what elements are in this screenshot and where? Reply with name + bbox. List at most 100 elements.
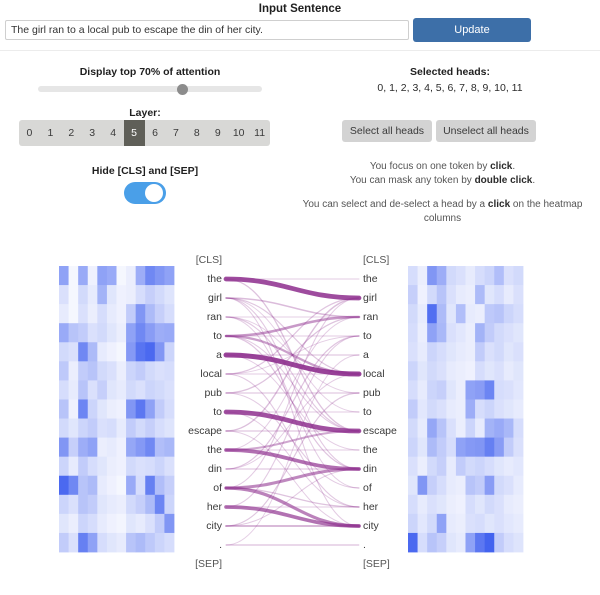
heatmap-cell-right-8-5[interactable] [455,418,466,438]
heatmap-cell-right-10-8[interactable] [484,456,495,477]
layer-cell-5[interactable]: 5 [123,120,145,146]
heatmap-cell-right-12-5[interactable] [455,494,466,515]
token-right-9[interactable]: escape [363,425,397,437]
heatmap-cell-right-7-10[interactable] [503,399,514,419]
heatmap-cell-right-7-0[interactable] [408,399,418,419]
heatmap-cell-right-1-5[interactable] [455,285,466,305]
layer-selector[interactable]: 0 1 2 3 4 5 6 7 8 9 10 11 [19,120,270,146]
heatmap-cell-right-2-2[interactable] [427,304,438,324]
heatmap-cell-right-9-0[interactable] [408,437,418,458]
token-left-13[interactable]: her [207,501,222,513]
token-right-6[interactable]: local [363,368,385,380]
heatmap-cell-right-14-5[interactable] [455,532,466,553]
heatmap-cell-right-8-1[interactable] [417,418,428,438]
token-left-12[interactable]: of [213,482,222,494]
heatmap-cell-right-8-9[interactable] [494,418,505,438]
slider-handle[interactable] [177,84,188,95]
heatmap-cell-right-12-11[interactable] [513,494,524,515]
layer-cell-9[interactable]: 9 [207,120,228,146]
heatmap-cell-right-10-10[interactable] [503,456,514,477]
heatmap-cell-right-5-3[interactable] [436,361,447,381]
heatmap-cell-right-0-5[interactable] [455,266,466,286]
layer-cell-11[interactable]: 11 [249,120,270,146]
heatmap-cell-right-13-7[interactable] [475,513,486,534]
heatmap-cell-right-7-6[interactable] [465,399,476,419]
heatmap-cell-right-9-2[interactable] [427,437,438,458]
token-right-4[interactable]: to [363,330,372,342]
heatmap-cell-right-0-3[interactable] [436,266,447,286]
heatmap-cell-right-2-7[interactable] [475,304,486,324]
heatmap-cell-right-8-3[interactable] [436,418,447,438]
attention-threshold-slider[interactable] [38,84,262,95]
heatmap-cell-right-5-9[interactable] [494,361,505,381]
hide-cls-sep-toggle[interactable] [124,182,166,204]
heatmap-cell-right-0-4[interactable] [446,266,457,286]
heatmap-cell-right-1-11[interactable] [513,285,524,305]
heatmap-cell-right-13-4[interactable] [446,513,457,534]
layer-cell-4[interactable]: 4 [103,120,124,146]
token-right-1[interactable]: the [363,273,378,285]
heatmap-cell-right-6-8[interactable] [484,380,495,400]
heatmap-cell-right-6-3[interactable] [436,380,447,400]
token-left-11[interactable]: din [208,463,222,475]
token-left-5[interactable]: a [216,349,222,361]
heatmap-cell-right-1-3[interactable] [436,285,447,305]
heatmap-cell-right-4-1[interactable] [417,342,428,362]
heatmap-cell-right-13-6[interactable] [465,513,476,534]
token-left-4[interactable]: to [213,330,222,342]
heatmap-cell-right-0-2[interactable] [427,266,438,286]
heatmap-cell-right-0-6[interactable] [465,266,476,286]
token-left-3[interactable]: ran [207,311,222,323]
token-left-14[interactable]: city [206,520,222,532]
token-right-12[interactable]: of [363,482,372,494]
heatmap-cell-right-10-2[interactable] [427,456,438,477]
heatmap-cell-right-9-7[interactable] [475,437,486,458]
layer-cell-6[interactable]: 6 [145,120,166,146]
heatmap-cell-right-9-8[interactable] [484,437,495,458]
token-right-13[interactable]: her [363,501,378,513]
heatmap-cell-right-0-9[interactable] [494,266,505,286]
heatmap-cell-right-3-7[interactable] [475,323,486,343]
heatmap-cell-right-5-10[interactable] [503,361,514,381]
heatmap-cell-right-14-3[interactable] [436,532,447,553]
heatmap-cell-right-6-10[interactable] [503,380,514,400]
heatmap-cell-right-3-10[interactable] [503,323,514,343]
heatmap-cell-right-14-0[interactable] [408,532,418,553]
heatmap-cell-right-4-9[interactable] [494,342,505,362]
heatmap-cell-right-9-10[interactable] [503,437,514,458]
heatmap-cell-right-4-6[interactable] [465,342,476,362]
layer-cell-2[interactable]: 2 [61,120,82,146]
heatmap-cell-right-4-2[interactable] [427,342,438,362]
heatmap-cell-right-11-2[interactable] [427,475,438,496]
heatmap-cell-right-3-9[interactable] [494,323,505,343]
heatmap-cell-right-7-9[interactable] [494,399,505,419]
heatmap-cell-right-0-1[interactable] [417,266,428,286]
heatmap-cell-right-3-4[interactable] [446,323,457,343]
heatmap-cell-right-6-7[interactable] [475,380,486,400]
heatmap-cell-right-8-6[interactable] [465,418,476,438]
heatmap-cell-right-7-3[interactable] [436,399,447,419]
token-left-1[interactable]: the [207,273,222,285]
heatmap-cell-right-2-9[interactable] [494,304,505,324]
heatmap-cell-right-6-4[interactable] [446,380,457,400]
heatmap-cell-right-11-8[interactable] [484,475,495,496]
token-right-5[interactable]: a [363,349,369,361]
heatmap-cell-right-11-6[interactable] [465,475,476,496]
heatmap-cell-right-14-9[interactable] [494,532,505,553]
heatmap-cell-right-11-11[interactable] [513,475,524,496]
heatmap-cell-right-14-4[interactable] [446,532,457,553]
heatmap-cell-right-14-8[interactable] [484,532,495,553]
heatmap-cell-right-12-2[interactable] [427,494,438,515]
heatmap-cell-right-8-0[interactable] [408,418,418,438]
heatmap-cell-right-3-0[interactable] [408,323,418,343]
heatmap-cell-right-13-3[interactable] [436,513,447,534]
heatmap-cell-right-1-2[interactable] [427,285,438,305]
token-left-9[interactable]: escape [188,425,222,437]
heatmap-cell-right-3-3[interactable] [436,323,447,343]
heatmap-cell-right-13-0[interactable] [408,513,418,534]
token-left-2[interactable]: girl [208,292,222,304]
heatmap-cell-right-14-2[interactable] [427,532,438,553]
heatmap-cell-right-8-2[interactable] [427,418,438,438]
heatmap-cell-right-2-4[interactable] [446,304,457,324]
heatmap-cell-right-0-8[interactable] [484,266,495,286]
